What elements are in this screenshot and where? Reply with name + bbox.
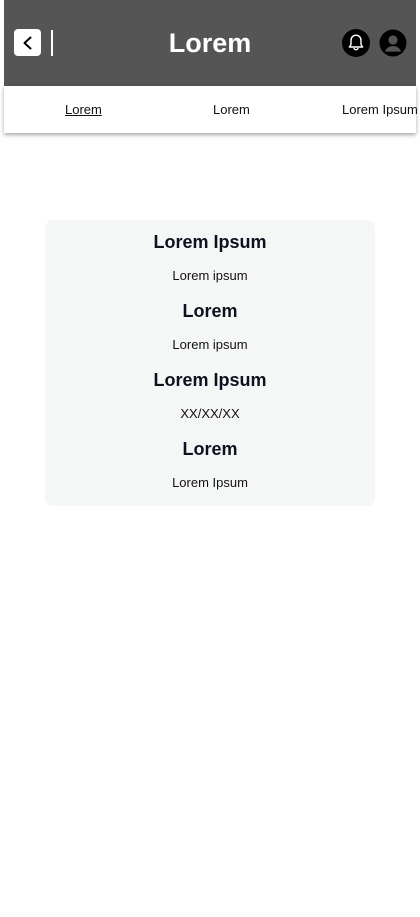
- user-icon: [379, 29, 407, 57]
- detail-heading: Lorem: [182, 439, 238, 459]
- tab-lorem-ipsum[interactable]: Lorem Ipsum: [342, 102, 418, 118]
- page: Lorem Lorem Lorem Lorem Ipsum Lorem Ipsu…: [0, 0, 420, 917]
- detail-value: Lorem Ipsum: [172, 475, 248, 490]
- tab-lorem-1[interactable]: Lorem: [65, 102, 102, 118]
- detail-heading: Lorem: [182, 301, 238, 321]
- profile-button[interactable]: [379, 29, 407, 57]
- header-bar: Lorem: [4, 0, 416, 86]
- date-value: XX/XX/XX: [180, 406, 240, 421]
- detail-value: Lorem ipsum: [172, 337, 248, 352]
- detail-heading: Lorem Ipsum: [153, 232, 267, 252]
- tab-bar: Lorem Lorem Lorem Ipsum: [4, 86, 418, 133]
- detail-value: Lorem ipsum: [172, 268, 248, 283]
- bell-icon: [348, 34, 364, 51]
- tab-lorem-2[interactable]: Lorem: [213, 102, 250, 118]
- notifications-button[interactable]: [342, 29, 370, 57]
- detail-heading: Lorem Ipsum: [153, 370, 267, 390]
- details-card: Lorem Ipsum Lorem ipsum Lorem Lorem ipsu…: [45, 220, 375, 506]
